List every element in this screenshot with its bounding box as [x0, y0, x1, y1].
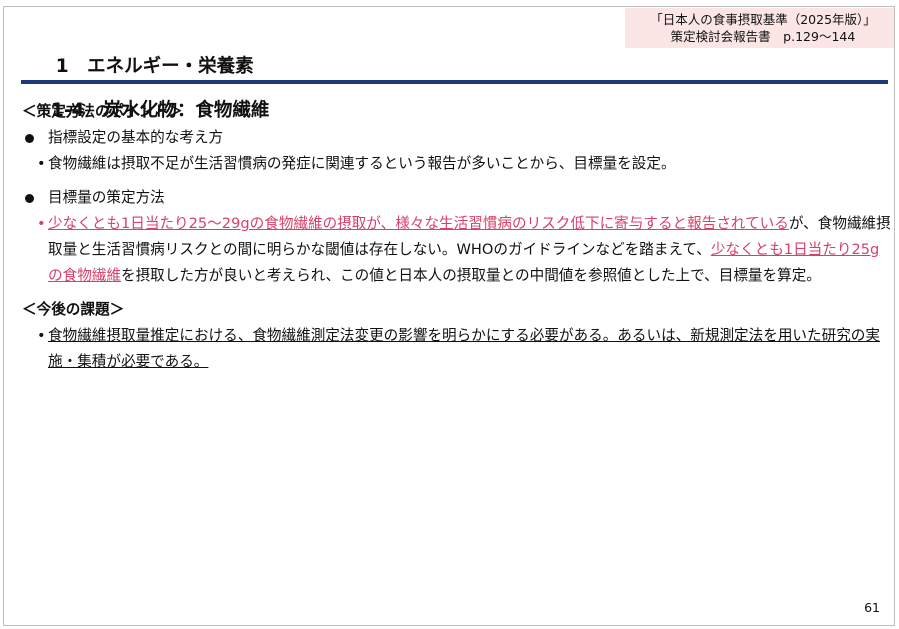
list-item-future-issues: • 食物繊維摂取量推定における、食物繊維測定法変更の影響を明らかにする必要がある…	[22, 323, 892, 375]
bullet-label: 目標量の策定方法	[48, 189, 165, 206]
highlight-text-1: 少なくとも1日当たり25～29gの食物繊維の摂取が、様々な生活習慣病のリスク低下…	[48, 215, 789, 232]
bullet-target-method: 目標量の策定方法	[22, 185, 892, 211]
title-divider	[21, 80, 888, 84]
item-text: 食物繊維摂取量推定における、食物繊維測定法変更の影響を明らかにする必要がある。あ…	[48, 327, 880, 370]
source-citation-box: 「日本人の食事摂取基準（2025年版）」 策定検討会報告書 p.129〜144	[625, 8, 894, 48]
small-bullet-icon: •	[37, 327, 46, 344]
source-line-1: 「日本人の食事摂取基準（2025年版）」	[650, 12, 876, 27]
bullet-icon	[25, 194, 34, 203]
small-bullet-icon: •	[37, 215, 46, 232]
item-text: 食物繊維は摂取不足が生活習慣病の発症に関連するという報告が多いことから、目標量を…	[48, 155, 676, 172]
section-heading-method: ＜策定方法のポイント＞	[22, 103, 183, 120]
bullet-icon	[25, 134, 34, 143]
bullet-label: 指標設定の基本的な考え方	[48, 129, 224, 146]
item-text-4: を摂取した方が良いと考えられ、この値と日本人の摂取量との中間値を参照値とした上で…	[120, 267, 821, 284]
slide: 「日本人の食事摂取基準（2025年版）」 策定検討会報告書 p.129〜144 …	[3, 6, 895, 626]
source-line-2: 策定検討会報告書 p.129〜144	[670, 29, 856, 44]
slide-content: ＜策定方法のポイント＞ 指標設定の基本的な考え方 • 食物繊維は摂取不足が生活習…	[22, 99, 892, 375]
list-item-target-method: • 少なくとも1日当たり25～29gの食物繊維の摂取が、様々な生活習慣病のリスク…	[22, 211, 892, 289]
section-heading-future-issues: ＜今後の課題＞	[22, 301, 125, 318]
page-number: 61	[864, 600, 880, 615]
title-line-1: 1 エネルギー・栄養素	[55, 56, 254, 77]
list-item-basic-concept: • 食物繊維は摂取不足が生活習慣病の発症に関連するという報告が多いことから、目標…	[22, 151, 892, 177]
bullet-basic-concept: 指標設定の基本的な考え方	[22, 125, 892, 151]
small-bullet-icon: •	[37, 155, 46, 172]
